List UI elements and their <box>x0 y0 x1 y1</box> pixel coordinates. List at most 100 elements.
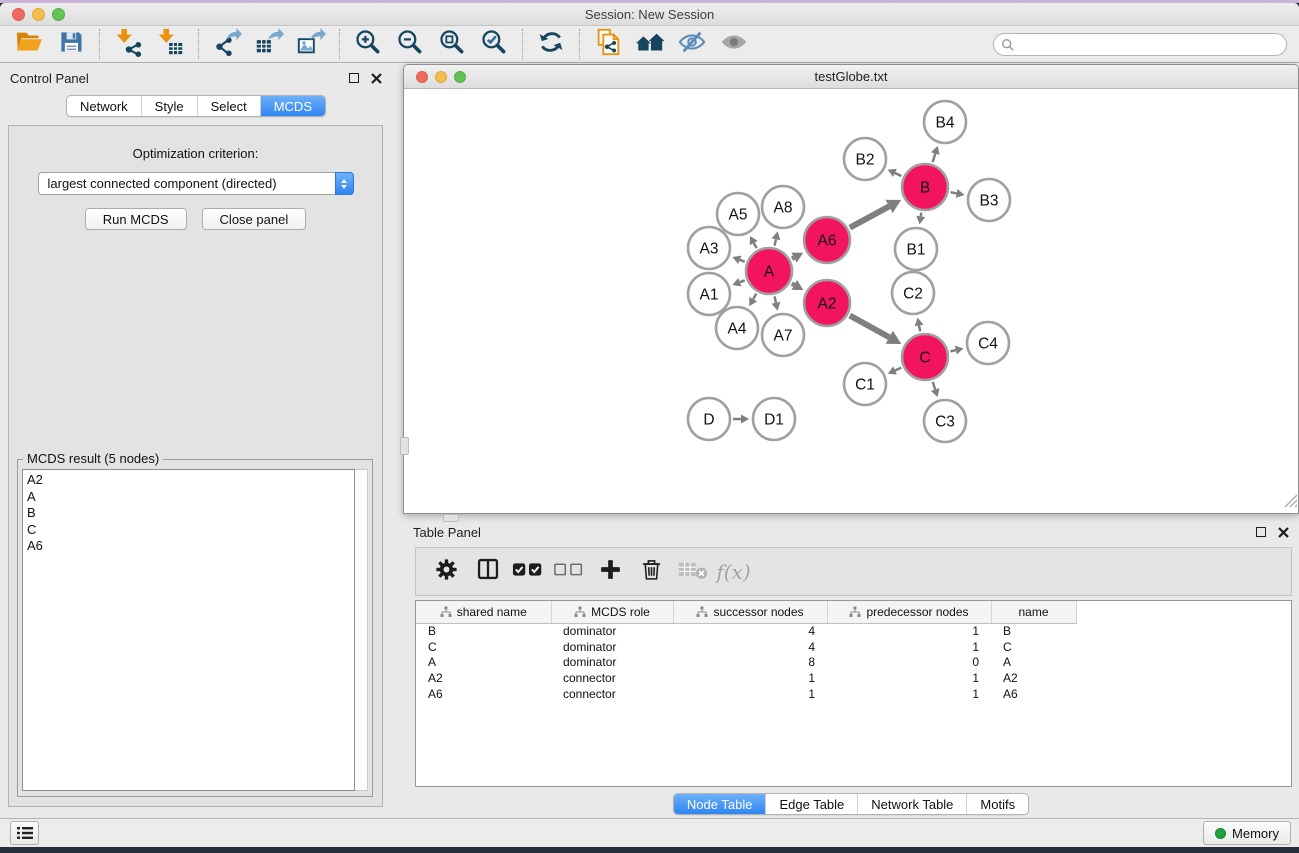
tab-node-table[interactable]: Node Table <box>674 794 767 814</box>
graph-node-C4[interactable]: C4 <box>967 322 1009 364</box>
save-session-button[interactable] <box>50 28 92 60</box>
graph-node-C1[interactable]: C1 <box>844 363 886 405</box>
mcds-result-item[interactable]: A <box>27 489 354 506</box>
mcds-result-item[interactable]: A2 <box>27 472 354 489</box>
zoom-fit-button[interactable] <box>431 28 473 60</box>
network-minimize-icon[interactable] <box>435 71 447 83</box>
network-window-titlebar[interactable]: testGlobe.txt <box>404 65 1298 89</box>
column-header-successor-nodes[interactable]: successor nodes <box>673 601 827 623</box>
graph-edge[interactable] <box>754 243 757 248</box>
graph-edge[interactable] <box>933 382 935 390</box>
float-panel-icon[interactable] <box>349 73 359 83</box>
tab-mcds[interactable]: MCDS <box>261 96 325 116</box>
close-window-icon[interactable] <box>12 8 25 21</box>
copy-network-button[interactable] <box>587 28 629 60</box>
graph-node-A3[interactable]: A3 <box>688 227 730 269</box>
graph-node-A[interactable]: A <box>746 248 792 294</box>
graph-node-B2[interactable]: B2 <box>844 138 886 180</box>
close-table-panel-icon[interactable] <box>1278 527 1289 538</box>
network-zoom-icon[interactable] <box>454 71 466 83</box>
column-header-mcds-role[interactable]: MCDS role <box>551 601 673 623</box>
import-network-button[interactable] <box>107 28 149 60</box>
run-mcds-button[interactable]: Run MCDS <box>85 208 187 230</box>
graph-node-C3[interactable]: C3 <box>924 400 966 442</box>
table-settings-button[interactable] <box>428 553 465 591</box>
result-list-scrollbar[interactable] <box>355 469 368 791</box>
mcds-result-item[interactable]: B <box>27 505 354 522</box>
mcds-result-item[interactable]: C <box>27 522 354 539</box>
import-table-button[interactable] <box>149 28 191 60</box>
show-all-button[interactable] <box>713 28 755 60</box>
table-row[interactable]: Adominator80A <box>416 655 1291 671</box>
table-row[interactable]: Cdominator41C <box>416 639 1291 655</box>
resize-grip-icon[interactable] <box>1283 493 1297 512</box>
table-row[interactable]: A2connector11A2 <box>416 670 1291 686</box>
graph-edge[interactable] <box>775 296 776 302</box>
graph-edge[interactable] <box>950 350 955 351</box>
graph-node-A1[interactable]: A1 <box>688 273 730 315</box>
tab-select[interactable]: Select <box>198 96 261 116</box>
graph-edge[interactable] <box>740 260 745 262</box>
graph-edge[interactable] <box>792 284 795 285</box>
tab-network-table[interactable]: Network Table <box>858 794 967 814</box>
graph-node-A6[interactable]: A6 <box>804 217 850 263</box>
tab-edge-table[interactable]: Edge Table <box>766 794 858 814</box>
mcds-result-list[interactable]: A2ABCA6 <box>22 469 355 791</box>
graph-edge[interactable] <box>753 294 756 300</box>
column-header-name[interactable]: name <box>991 601 1076 623</box>
search-input[interactable] <box>993 33 1287 56</box>
splitter-handle-left[interactable] <box>400 437 409 455</box>
tab-network[interactable]: Network <box>67 96 142 116</box>
graph-node-C2[interactable]: C2 <box>892 272 934 314</box>
graph-edge[interactable] <box>740 280 745 282</box>
graph-node-B3[interactable]: B3 <box>968 179 1010 221</box>
graph-edge[interactable] <box>921 213 922 217</box>
graph-edge[interactable] <box>950 192 956 193</box>
zoom-in-button[interactable] <box>347 28 389 60</box>
graph-node-D[interactable]: D <box>688 398 730 440</box>
graph-node-D1[interactable]: D1 <box>753 398 795 440</box>
graph-edge[interactable] <box>895 173 902 176</box>
graph-node-A2[interactable]: A2 <box>804 280 850 326</box>
delete-column-button[interactable] <box>633 553 670 591</box>
hide-selected-button[interactable] <box>671 28 713 60</box>
graph-node-C[interactable]: C <box>902 334 948 380</box>
network-canvas[interactable]: AA1A2A3A4A5A6A7A8BB1B2B3B4CC1C2C3C4DD1 <box>404 90 1298 513</box>
graph-node-B[interactable]: B <box>902 164 948 210</box>
open-session-button[interactable] <box>8 28 50 60</box>
optimization-criterion-select[interactable]: largest connected component (directed) <box>38 172 354 195</box>
select-all-button[interactable] <box>510 553 547 591</box>
graph-node-B4[interactable]: B4 <box>924 101 966 143</box>
minimize-window-icon[interactable] <box>32 8 45 21</box>
zoom-out-button[interactable] <box>389 28 431 60</box>
column-header-predecessor-nodes[interactable]: predecessor nodes <box>827 601 991 623</box>
function-builder-button[interactable]: f(x) <box>715 553 752 591</box>
tab-motifs[interactable]: Motifs <box>967 794 1028 814</box>
home-view-button[interactable] <box>629 28 671 60</box>
unselect-all-button[interactable] <box>551 553 588 591</box>
graph-edge[interactable] <box>919 325 920 331</box>
graph-edge[interactable] <box>895 368 901 371</box>
close-panel-icon[interactable] <box>371 73 382 84</box>
close-panel-button[interactable]: Close panel <box>202 208 307 230</box>
float-table-panel-icon[interactable] <box>1256 527 1266 537</box>
table-row[interactable]: Bdominator41B <box>416 623 1291 639</box>
graph-edge[interactable] <box>850 206 889 227</box>
memory-button[interactable]: Memory <box>1203 821 1291 845</box>
network-close-icon[interactable] <box>416 71 428 83</box>
graph-edge[interactable] <box>850 316 889 338</box>
refresh-button[interactable] <box>530 28 572 60</box>
graph-node-A8[interactable]: A8 <box>762 186 804 228</box>
tab-style[interactable]: Style <box>142 96 198 116</box>
column-header-shared-name[interactable]: shared name <box>416 601 551 623</box>
graph-node-A4[interactable]: A4 <box>716 307 758 349</box>
export-network-button[interactable] <box>206 28 248 60</box>
export-table-button[interactable] <box>248 28 290 60</box>
graph-node-B1[interactable]: B1 <box>895 228 937 270</box>
add-column-button[interactable] <box>592 553 629 591</box>
task-history-button[interactable] <box>10 821 39 845</box>
export-image-button[interactable] <box>290 28 332 60</box>
graph-edge[interactable] <box>792 258 794 259</box>
table-row[interactable]: A6connector11A6 <box>416 686 1291 702</box>
graph-node-A7[interactable]: A7 <box>762 314 804 356</box>
